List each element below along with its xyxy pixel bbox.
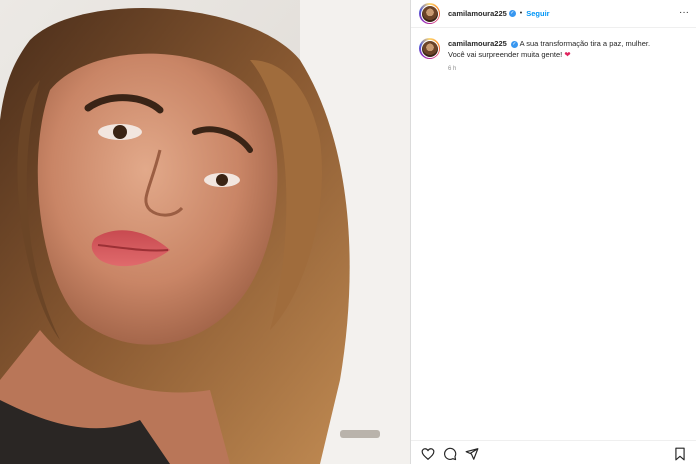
follow-button[interactable]: Seguir <box>526 9 549 18</box>
avatar[interactable] <box>419 3 440 24</box>
portrait-image <box>0 0 410 464</box>
caption-avatar[interactable] <box>419 38 440 59</box>
caption-timestamp[interactable]: 6 h <box>448 64 650 75</box>
post-header: camilamoura225 ✓ • Seguir ··· <box>411 0 696 28</box>
more-options-icon[interactable]: ··· <box>679 8 689 18</box>
caption-body: camilamoura225 ✓ A sua transformação tir… <box>448 38 650 75</box>
caption-block: camilamoura225 ✓ A sua transformação tir… <box>419 38 691 75</box>
heart-emoji-icon: ❤ <box>564 50 571 59</box>
post-sidebar: camilamoura225 ✓ • Seguir ··· camilamour… <box>410 0 696 464</box>
bookmark-icon[interactable] <box>673 447 687 461</box>
verified-badge-icon: ✓ <box>508 10 516 17</box>
post-photo[interactable] <box>0 0 410 464</box>
heart-icon[interactable] <box>421 447 435 461</box>
action-bar <box>411 440 696 464</box>
caption-text-line1: A sua transformação tira a paz, mulher. <box>519 39 651 48</box>
separator-dot: • <box>519 10 523 17</box>
caption-text-line2: Você vai surpreender muita gente! <box>448 50 563 59</box>
username-link[interactable]: camilamoura225 <box>448 9 507 18</box>
caption-username[interactable]: camilamoura225 <box>448 39 507 48</box>
comment-icon[interactable] <box>443 447 457 461</box>
share-icon[interactable] <box>465 447 479 461</box>
caption-verified-badge-icon: ✓ <box>510 40 518 48</box>
